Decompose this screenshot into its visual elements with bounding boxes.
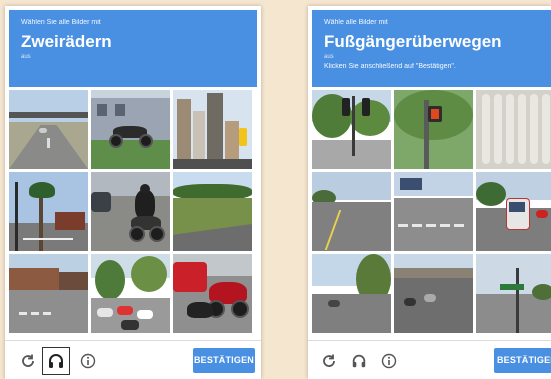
image-tile-field-road[interactable] [173,172,252,251]
image-tile-wide-road[interactable] [312,172,391,251]
reload-icon[interactable] [318,350,340,372]
image-tile-underpass-road[interactable] [394,254,473,333]
info-icon[interactable] [378,350,400,372]
image-tile-radiator[interactable] [476,90,551,169]
image-tile-highway-road[interactable] [9,90,88,169]
image-tile-palm-tree-street[interactable] [9,172,88,251]
challenge-instruction: Wählen Sie alle Bilder mit [21,19,101,26]
image-tile-pedestrian-signal[interactable] [394,90,473,169]
verify-button[interactable]: BESTÄTIGEN [193,348,255,373]
image-tile-red-motorcycles[interactable] [173,254,252,333]
challenge-target: Fußgängerüberwegen [324,32,502,51]
challenge-instruction: Wähle alle Bilder mit [324,19,388,26]
info-icon[interactable] [77,350,99,372]
image-tile-traffic-light-trees[interactable] [312,90,391,169]
headphones-icon[interactable] [348,350,370,372]
image-tile-tall-buildings[interactable] [173,90,252,169]
image-tile-tree-road[interactable] [312,254,391,333]
challenge-target: Zweirädern [21,32,112,51]
challenge-header: Wählen Sie alle Bilder mit Zweirädern au… [9,10,257,87]
image-grid [312,90,551,333]
image-tile-parking-lot[interactable] [91,254,170,333]
challenge-footer: BESTÄTIGEN [308,340,551,379]
challenge-suffix: aus [21,54,31,60]
captcha-widget-left: Wählen Sie alle Bilder mit Zweirädern au… [5,6,261,379]
headphones-icon[interactable] [42,347,70,375]
reload-icon[interactable] [17,350,39,372]
image-tile-residential-street[interactable] [9,254,88,333]
challenge-header: Wähle alle Bilder mit Fußgängerüberwegen… [312,10,551,87]
image-tile-motorcycle-parked[interactable] [91,90,170,169]
challenge-suffix: aus [324,54,334,60]
image-grid [9,90,252,333]
challenge-note: Klicken Sie anschließend auf "Bestätigen… [324,63,456,70]
challenge-footer: BESTÄTIGEN [5,340,261,379]
captcha-widget-right: Wähle alle Bilder mit Fußgängerüberwegen… [308,6,551,379]
verify-button[interactable]: BESTÄTIGEN [494,348,551,373]
image-tile-motorcycle-rider[interactable] [91,172,170,251]
image-tile-signpost-road[interactable] [476,254,551,333]
image-tile-bus-road[interactable] [476,172,551,251]
image-tile-crosswalk-road[interactable] [394,172,473,251]
